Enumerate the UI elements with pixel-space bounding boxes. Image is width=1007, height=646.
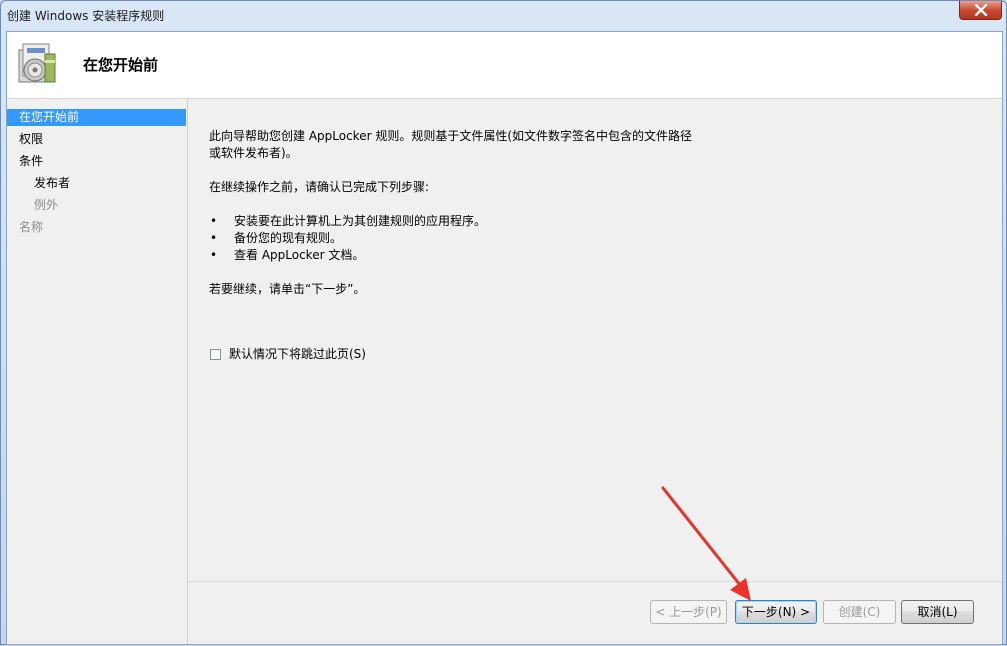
nav-step-name: 名称: [19, 220, 44, 234]
wizard-client-area: 在您开始前 在您开始前 权限 条件 发布者 例外 名称 此向导帮助您创建 App…: [6, 31, 1003, 645]
intro-text-line2: 或软件发布者)。: [209, 146, 298, 160]
bullet-1: •: [210, 214, 218, 228]
step-1-text: 安装要在此计算机上为其创建规则的应用程序。: [234, 214, 487, 228]
before-steps-text: 在继续操作之前，请确认已完成下列步骤:: [209, 180, 430, 194]
previous-button[interactable]: < 上一步(P): [650, 600, 727, 624]
step-3-text: 查看 AppLocker 文档。: [234, 248, 365, 262]
button-area-separator: [188, 581, 1002, 582]
next-button[interactable]: 下一步(N) >: [735, 600, 817, 624]
wizard-content: 此向导帮助您创建 AppLocker 规则。规则基于文件属性(如文件数字签名中包…: [188, 99, 1002, 581]
close-icon: [974, 4, 988, 16]
title-bar[interactable]: 创建 Windows 安装程序规则: [1, 1, 1006, 29]
create-button[interactable]: 创建(C): [823, 600, 896, 624]
bullet-3: •: [210, 248, 218, 262]
step-2-text: 备份您的现有规则。: [234, 231, 343, 245]
nav-step-publisher[interactable]: 发布者: [34, 175, 70, 192]
cancel-button[interactable]: 取消(L): [901, 600, 974, 624]
nav-step-conditions[interactable]: 条件: [19, 153, 43, 170]
wizard-window: 创建 Windows 安装程序规则 在您开始前 在您开始前 权限 条件 发布者 …: [0, 0, 1007, 645]
window-title: 创建 Windows 安装程序规则: [7, 9, 165, 23]
wizard-header: 在您开始前: [7, 32, 1002, 99]
skip-page-checkbox[interactable]: [210, 349, 221, 360]
nav-step-exceptions: 例外: [34, 198, 59, 212]
setup-package-icon: [18, 43, 56, 83]
bullet-2: •: [210, 231, 218, 245]
continue-text: 若要继续，请单击“下一步”。: [209, 282, 366, 296]
intro-text-line1: 此向导帮助您创建 AppLocker 规则。规则基于文件属性(如文件数字签名中包…: [209, 129, 693, 143]
nav-step-permissions[interactable]: 权限: [19, 131, 43, 148]
close-button[interactable]: [959, 1, 1002, 20]
page-title: 在您开始前: [83, 56, 159, 74]
nav-step-before-you-begin[interactable]: 在您开始前: [7, 109, 186, 126]
skip-page-checkbox-label[interactable]: 默认情况下将跳过此页(S): [229, 346, 366, 363]
wizard-step-nav: 在您开始前 权限 条件 发布者 例外 名称: [7, 109, 186, 641]
